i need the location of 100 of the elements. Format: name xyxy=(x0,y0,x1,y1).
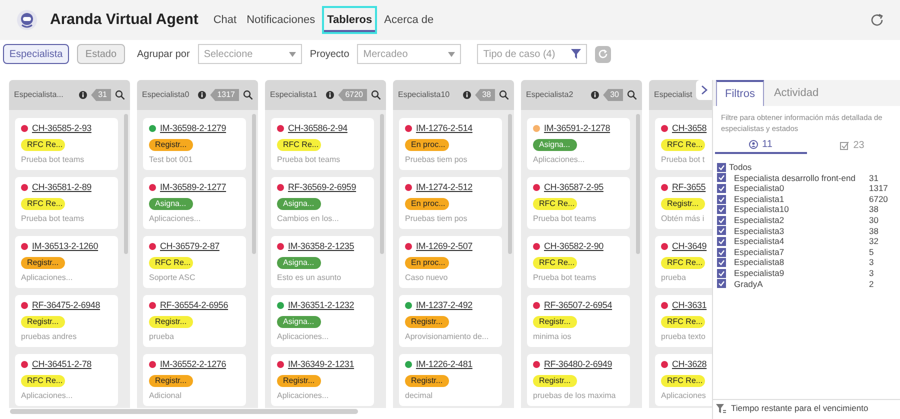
checkbox[interactable] xyxy=(717,268,726,278)
case-card[interactable]: CH-36451-2-78 RFC Re... Aplicaciones... xyxy=(15,354,118,406)
case-link[interactable]: CH-36581-2-89 xyxy=(32,181,92,194)
horizontal-scrollbar[interactable] xyxy=(10,409,358,414)
case-link[interactable]: CH-36579-2-87 xyxy=(160,240,220,254)
checkbox[interactable] xyxy=(717,248,726,257)
case-card[interactable]: IM-1237-2-492 Registr... Aprovisionamiento de... xyxy=(399,295,502,347)
checkbox[interactable] xyxy=(717,279,726,288)
case-link[interactable]: CH-36585-2-93 xyxy=(32,122,92,136)
case-link[interactable]: CH-3658 xyxy=(672,122,707,136)
case-card[interactable]: RF-36480-2-6949 Registr... pruebas de los maxima xyxy=(527,354,630,406)
case-link[interactable]: IM-36591-2-1278 xyxy=(544,122,610,136)
case-card[interactable]: RF-36475-2-6948 Registr... pruebas andres xyxy=(15,295,118,347)
search-icon[interactable] xyxy=(627,90,637,100)
case-card[interactable]: CH-36585-2-93 RFC Re... Prueba bot teams xyxy=(15,118,118,170)
case-link[interactable]: RF-36475-2-6948 xyxy=(32,299,100,312)
checkbox[interactable] xyxy=(717,194,726,204)
case-link[interactable]: IM-36349-2-1231 xyxy=(288,358,354,372)
vertical-scrollbar[interactable] xyxy=(508,114,512,254)
case-card[interactable]: IM-1276-2-514 En proc... Pruebas tiem pos xyxy=(399,118,502,170)
case-link[interactable]: IM-1269-2-507 xyxy=(416,240,472,254)
checkbox[interactable] xyxy=(717,226,726,236)
checkbox[interactable] xyxy=(717,162,726,172)
panel-tab[interactable]: Filtros xyxy=(716,80,764,106)
case-card[interactable]: IM-36552-2-1276 Registr... Adicional xyxy=(143,354,246,406)
case-link[interactable]: IM-36552-2-1276 xyxy=(160,358,226,372)
case-card[interactable]: CH-36587-2-95 RFC Re... Prueba bot teams xyxy=(527,177,630,229)
case-link[interactable]: IM-1237-2-492 xyxy=(416,299,472,312)
case-link[interactable]: IM-36589-2-1277 xyxy=(160,181,226,194)
case-link[interactable]: IM-36351-2-1232 xyxy=(288,299,354,312)
case-card[interactable]: CH-3649 RFC Re... prueba xyxy=(655,236,712,288)
filter-icon[interactable] xyxy=(571,49,582,59)
case-card[interactable]: CH-36582-2-90 RFC Re... Prueba bot teams xyxy=(527,236,630,288)
case-link[interactable]: CH-3631 xyxy=(672,299,707,312)
checkbox[interactable] xyxy=(717,258,726,268)
search-icon[interactable] xyxy=(115,90,125,100)
info-icon[interactable] xyxy=(79,91,88,99)
case-link[interactable]: IM-36358-2-1235 xyxy=(288,240,354,254)
nav-tab[interactable]: Notificaciones xyxy=(244,6,318,34)
case-card[interactable]: IM-1274-2-512 En proc... Pruebas tiem pos xyxy=(399,177,502,229)
search-icon[interactable] xyxy=(499,90,509,100)
checkbox[interactable] xyxy=(717,173,726,182)
nav-tab[interactable]: Acerca de xyxy=(381,6,437,34)
vertical-scrollbar[interactable] xyxy=(252,114,256,254)
nav-tab[interactable]: Tableros xyxy=(322,6,378,34)
case-card[interactable]: IM-36598-2-1279 Registr... Test bot 001 xyxy=(143,118,246,170)
case-link[interactable]: CH-3628 xyxy=(672,358,707,372)
case-link[interactable]: RF-3655 xyxy=(672,181,706,194)
case-link[interactable]: RF-36554-2-6956 xyxy=(160,299,228,312)
case-card[interactable]: IM-36351-2-1232 Asigna... Aplicaciones... xyxy=(271,295,374,347)
case-link[interactable]: IM-36513-2-1260 xyxy=(32,240,98,254)
case-link[interactable]: CH-3649 xyxy=(672,240,707,254)
vertical-scrollbar[interactable] xyxy=(380,114,384,254)
checkbox[interactable] xyxy=(717,236,726,246)
collapse-panel-button[interactable] xyxy=(696,80,712,100)
info-icon[interactable] xyxy=(591,91,600,99)
case-link[interactable]: CH-36451-2-78 xyxy=(32,358,92,372)
case-card[interactable]: RF-36554-2-6956 Registr... prueba xyxy=(143,295,246,347)
case-link[interactable]: IM-36598-2-1279 xyxy=(160,122,226,136)
case-card[interactable]: CH-36579-2-87 RFC Re... Soporte ASC xyxy=(143,236,246,288)
filter-icon[interactable] xyxy=(716,404,726,414)
case-link[interactable]: RF-36569-2-6959 xyxy=(288,181,356,194)
case-type-field[interactable]: Tipo de caso (4) xyxy=(477,44,588,64)
case-card[interactable]: RF-36569-2-6959 Asigna... Cambios en los... xyxy=(271,177,374,229)
case-card[interactable]: CH-36586-2-94 RFC Re... Prueba bot teams xyxy=(271,118,374,170)
case-card[interactable]: CH-3628 RFC Re... Aplicaciones xyxy=(655,354,712,406)
checkbox[interactable] xyxy=(717,184,726,193)
case-card[interactable]: RF-36507-2-6954 Registr... minima ios xyxy=(527,295,630,347)
info-icon[interactable] xyxy=(326,91,334,99)
case-card[interactable]: CH-3658 RFC Re... Prueba bot t xyxy=(655,118,712,170)
case-link[interactable]: IM-1226-2-481 xyxy=(416,358,472,372)
case-link[interactable]: IM-1274-2-512 xyxy=(416,181,472,194)
case-link[interactable]: IM-1276-2-514 xyxy=(416,122,472,136)
case-card[interactable]: IM-36591-2-1278 Asigna... Aplicaciones... xyxy=(527,118,630,170)
search-icon[interactable] xyxy=(371,90,381,100)
view-button[interactable]: Especialista xyxy=(3,44,69,64)
case-card[interactable]: IM-36358-2-1235 Asigna... Esto es un asunto xyxy=(271,236,374,288)
info-icon[interactable] xyxy=(463,91,472,99)
checkbox[interactable] xyxy=(717,216,726,225)
subtab[interactable]: 11 xyxy=(715,136,806,154)
vertical-scrollbar[interactable] xyxy=(124,114,128,254)
case-link[interactable]: RF-36507-2-6954 xyxy=(544,299,612,312)
case-card[interactable]: CH-36581-2-89 RFC Re... Prueba bot teams xyxy=(15,177,118,229)
case-link[interactable]: CH-36586-2-94 xyxy=(288,122,348,136)
refresh-icon[interactable] xyxy=(870,13,884,27)
vertical-scrollbar[interactable] xyxy=(636,114,640,254)
case-card[interactable]: IM-36513-2-1260 Registr... Aplicaciones... xyxy=(15,236,118,288)
case-link[interactable]: CH-36587-2-95 xyxy=(544,181,604,194)
case-link[interactable]: CH-36582-2-90 xyxy=(544,240,604,254)
case-link[interactable]: RF-36480-2-6949 xyxy=(544,358,612,372)
case-card[interactable]: RF-3655 Registr... Obtén más i xyxy=(655,177,712,229)
checkbox[interactable] xyxy=(717,205,726,214)
nav-tab[interactable]: Chat xyxy=(210,6,240,34)
case-card[interactable]: IM-1226-2-481 Registr... decimal xyxy=(399,354,502,406)
case-card[interactable]: IM-36589-2-1277 Asigna... Aplicaciones... xyxy=(143,177,246,229)
case-card[interactable]: IM-1269-2-507 En proc... Caso nuevo xyxy=(399,236,502,288)
search-icon[interactable] xyxy=(243,90,253,100)
info-icon[interactable] xyxy=(198,91,206,99)
case-card[interactable]: CH-3631 RFC Re... prueba texto xyxy=(655,295,712,347)
case-card[interactable]: IM-36349-2-1231 Registr... Aplicaciones... xyxy=(271,354,374,406)
